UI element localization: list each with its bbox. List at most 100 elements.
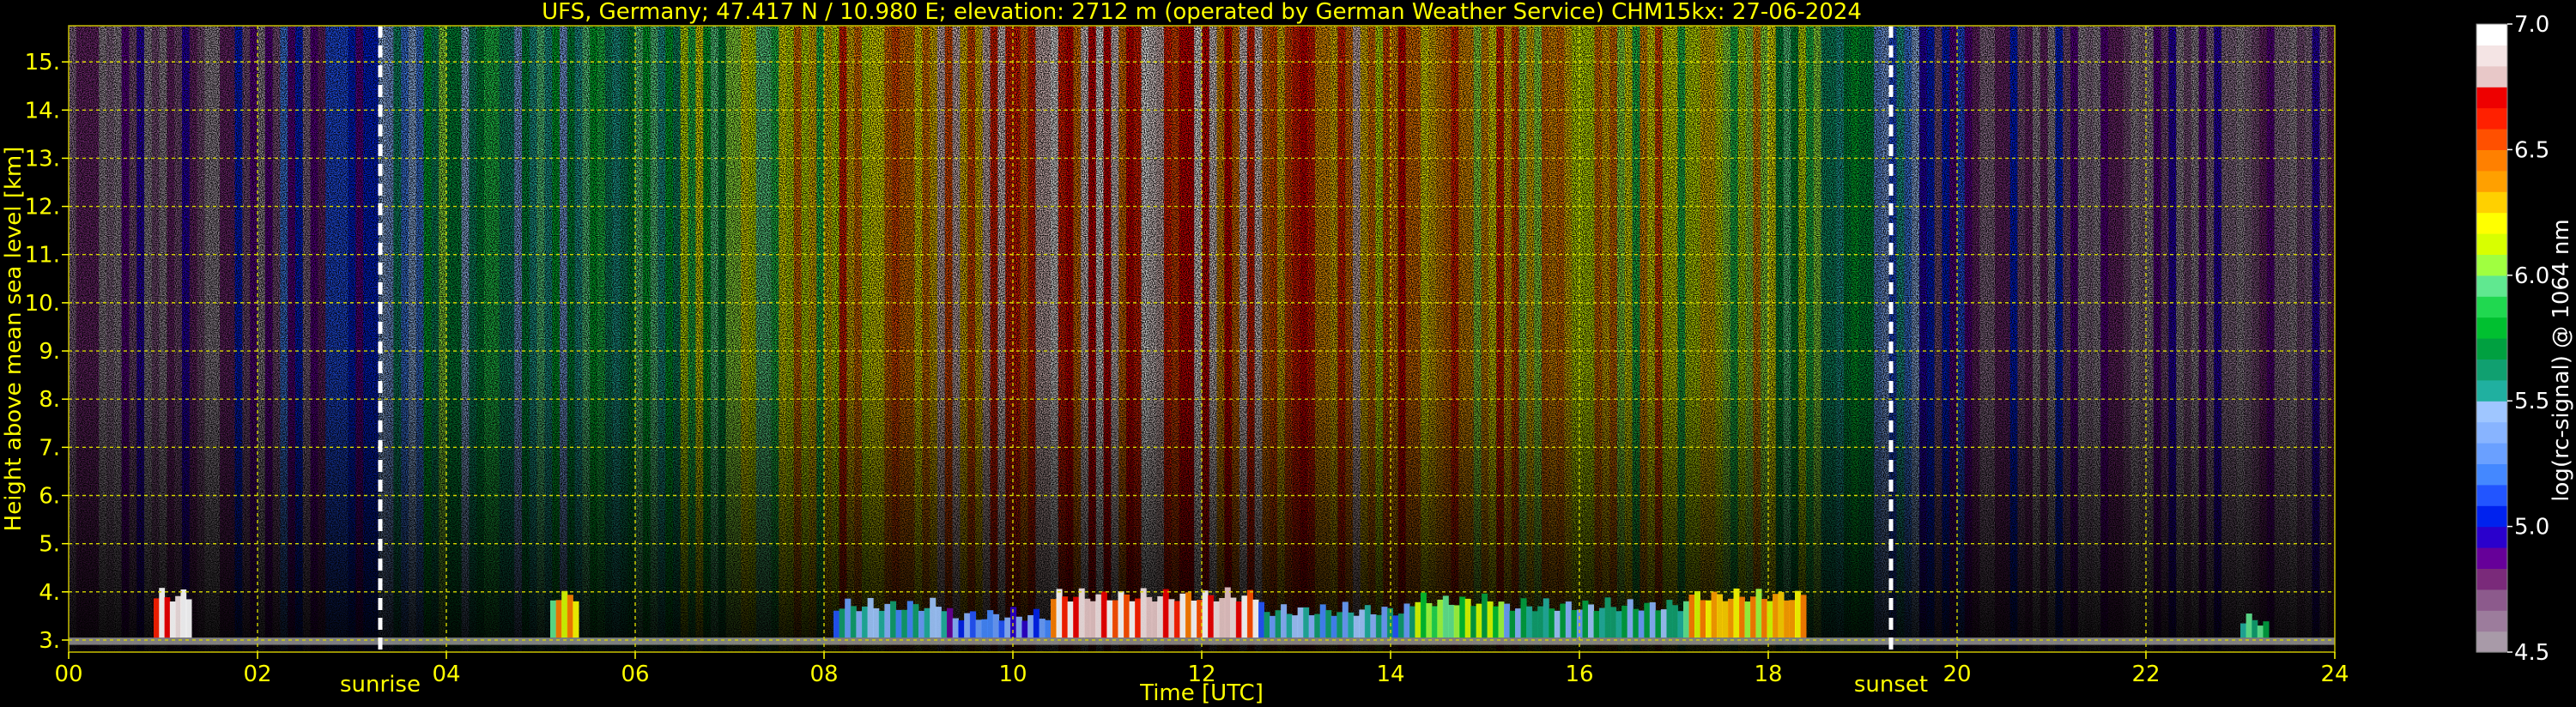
boundary-layer-segment: [1795, 590, 1801, 638]
boundary-layer-segment: [1531, 611, 1538, 638]
boundary-layer-segment: [1235, 601, 1242, 638]
colorbar-tick-label: 5.0: [2514, 515, 2549, 541]
boundary-layer-segment: [1649, 601, 1656, 638]
x-tick-label: 24: [2320, 662, 2349, 687]
x-tick-label: 04: [432, 662, 460, 687]
boundary-layer-segment: [1717, 594, 1723, 638]
x-tick-label: 22: [2131, 662, 2160, 687]
boundary-layer-segment: [1694, 591, 1700, 638]
colorbar-swatch: [2476, 129, 2507, 150]
sun-label: sunset: [1854, 672, 1928, 698]
boundary-layer-segment: [1364, 605, 1371, 638]
boundary-layer-segment: [992, 613, 999, 638]
boundary-layer-segment: [845, 598, 852, 638]
boundary-layer-segment: [1353, 615, 1360, 638]
boundary-layer-segment: [1118, 591, 1124, 638]
boundary-layer-segment: [1420, 592, 1427, 638]
boundary-layer-segment: [1056, 589, 1063, 638]
colorbar-tick-label: 7.0: [2514, 12, 2549, 38]
boundary-layer-segment: [1348, 612, 1355, 638]
boundary-layer-segment: [901, 609, 908, 638]
boundary-layer-segment: [1549, 608, 1555, 638]
boundary-layer-segment: [1286, 613, 1293, 638]
boundary-layer-segment: [1314, 613, 1321, 638]
boundary-layer-segment: [1431, 606, 1438, 638]
y-tick-label: 5.: [39, 532, 60, 558]
colorbar-swatch: [2476, 296, 2507, 318]
boundary-layer-segment: [1593, 611, 1600, 638]
y-tick-label: 14.: [25, 98, 60, 124]
y-tick-label: 11.: [25, 243, 60, 269]
boundary-layer-segment: [1655, 610, 1662, 638]
colorbar-swatch: [2476, 589, 2507, 611]
boundary-layer-segment: [159, 588, 166, 638]
boundary-layer-segment: [1739, 596, 1745, 638]
boundary-layer-segment: [878, 610, 885, 638]
boundary-layer-segment: [1330, 615, 1337, 638]
boundary-layer-segment: [1258, 601, 1265, 638]
boundary-layer-segment: [1755, 589, 1762, 638]
boundary-layer-segment: [912, 604, 919, 638]
boundary-layer-segment: [1336, 612, 1343, 638]
boundary-layer-segment: [856, 611, 863, 638]
boundary-layer-segment: [1004, 617, 1011, 638]
boundary-layer-segment: [573, 601, 579, 638]
boundary-layer-segment: [1162, 589, 1169, 638]
colorbar-swatch: [2476, 526, 2507, 548]
y-tick-label: 6.: [39, 484, 60, 510]
y-tick-label: 12.: [25, 195, 60, 221]
boundary-layer-segment: [1644, 602, 1651, 638]
y-tick-label: 4.: [39, 580, 60, 606]
boundary-layer-segment: [1509, 610, 1516, 638]
boundary-layer-segment: [941, 611, 948, 638]
boundary-layer-segment: [1100, 591, 1107, 638]
boundary-layer-segment: [1571, 610, 1578, 638]
colorbar-swatch: [2476, 87, 2507, 109]
sun-label: sunrise: [340, 672, 421, 698]
x-tick-label: 06: [621, 662, 649, 687]
boundary-layer-segment: [1359, 609, 1366, 638]
boundary-layer-segment: [1587, 604, 1594, 638]
colorbar-swatch: [2476, 65, 2507, 88]
y-tick-label: 10.: [25, 291, 60, 317]
colorbar-swatch: [2476, 401, 2507, 423]
colorbar-swatch: [2476, 484, 2507, 506]
boundary-layer-segment: [555, 600, 562, 638]
boundary-layer-segment: [1800, 595, 1807, 638]
colorbar-swatch: [2476, 317, 2507, 339]
boundary-layer-segment: [1151, 601, 1158, 638]
colorbar-swatch: [2476, 610, 2507, 632]
boundary-layer-segment: [1437, 599, 1444, 638]
colorbar-swatch: [2476, 443, 2507, 464]
boundary-layer-segment: [947, 607, 954, 638]
boundary-layer-segment: [1778, 591, 1785, 638]
boundary-layer-segment: [1621, 605, 1628, 638]
boundary-layer-segment: [567, 595, 573, 638]
boundary-layer-segment: [1185, 592, 1192, 638]
colorbar-swatch: [2476, 505, 2507, 528]
boundary-layer-segment: [1252, 599, 1259, 638]
boundary-layer-segment: [1728, 598, 1734, 638]
colorbar-swatch: [2476, 568, 2507, 590]
colorbar-swatch: [2476, 421, 2507, 444]
colorbar-swatch: [2476, 149, 2507, 172]
boundary-layer-segment: [1095, 594, 1102, 638]
boundary-layer-segment: [1633, 608, 1640, 638]
boundary-layer-segment: [1045, 619, 1052, 638]
colorbar-swatch: [2476, 338, 2507, 360]
boundary-layer-segment: [1219, 597, 1226, 638]
boundary-layer-segment: [1453, 605, 1460, 638]
boundary-layer-segment: [1173, 601, 1180, 638]
boundary-layer-segment: [895, 609, 902, 638]
boundary-layer-segment: [1789, 600, 1796, 638]
boundary-layer-segment: [1599, 607, 1606, 638]
boundary-layer-segment: [180, 589, 187, 638]
boundary-layer-segment: [1498, 601, 1505, 638]
boundary-layer-segment: [1627, 599, 1633, 638]
boundary-layer-segment: [1610, 607, 1617, 638]
boundary-layer-segment: [1744, 601, 1751, 638]
boundary-layer-segment: [862, 606, 869, 638]
boundary-layer-segment: [1135, 598, 1142, 638]
boundary-layer-segment: [1370, 613, 1377, 638]
boundary-layer-segment: [1106, 600, 1113, 638]
